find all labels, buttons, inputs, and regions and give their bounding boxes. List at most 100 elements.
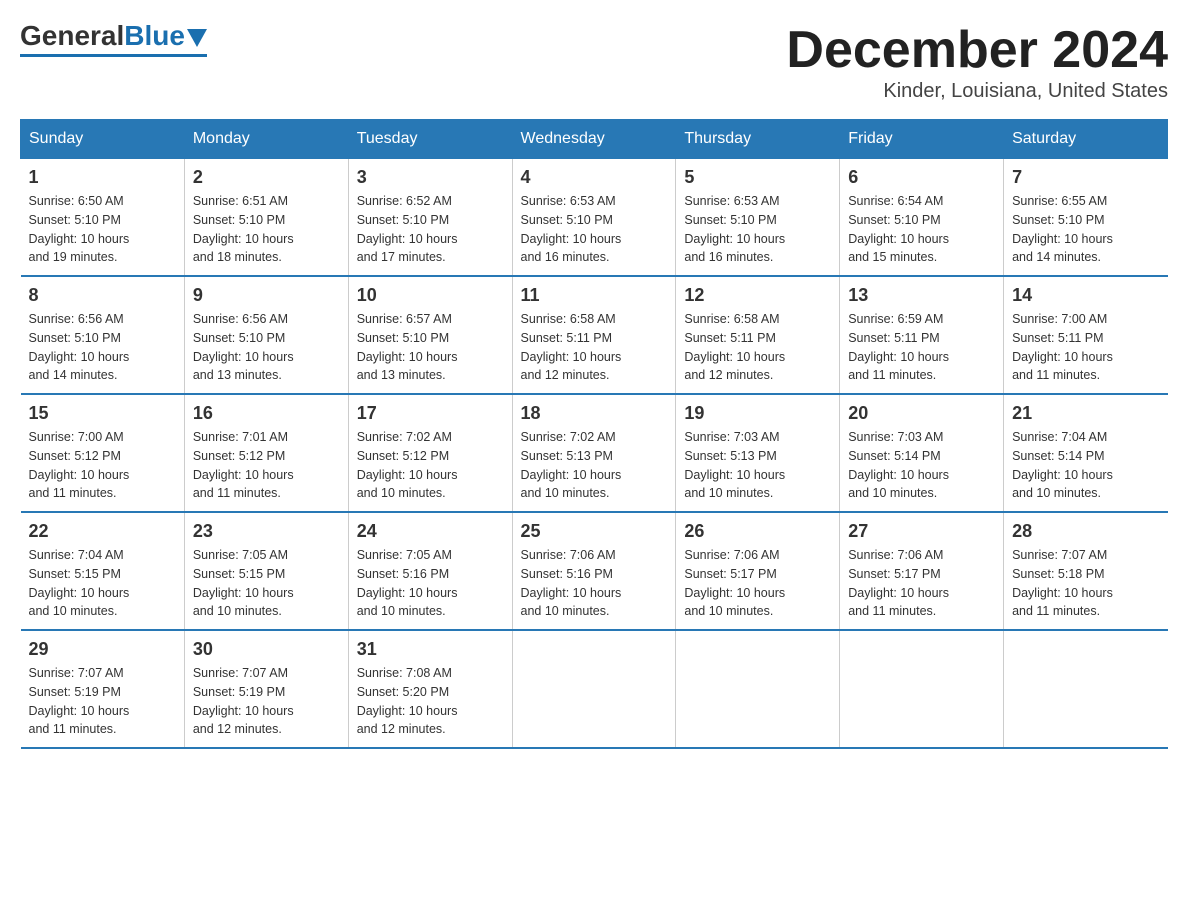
calendar-cell: 16 Sunrise: 7:01 AM Sunset: 5:12 PM Dayl… [184,394,348,512]
calendar-week-1: 1 Sunrise: 6:50 AM Sunset: 5:10 PM Dayli… [21,159,1168,277]
day-info: Sunrise: 6:59 AM Sunset: 5:11 PM Dayligh… [848,310,995,385]
day-number: 2 [193,167,340,188]
day-number: 20 [848,403,995,424]
day-info: Sunrise: 6:52 AM Sunset: 5:10 PM Dayligh… [357,192,504,267]
calendar-cell: 28 Sunrise: 7:07 AM Sunset: 5:18 PM Dayl… [1004,512,1168,630]
day-number: 29 [29,639,176,660]
col-friday: Friday [840,120,1004,159]
day-number: 13 [848,285,995,306]
day-number: 4 [521,167,668,188]
day-info: Sunrise: 7:05 AM Sunset: 5:15 PM Dayligh… [193,546,340,621]
day-number: 27 [848,521,995,542]
day-number: 7 [1012,167,1159,188]
calendar-cell: 2 Sunrise: 6:51 AM Sunset: 5:10 PM Dayli… [184,159,348,277]
day-number: 28 [1012,521,1159,542]
logo-triangle-icon [187,29,207,47]
day-info: Sunrise: 6:51 AM Sunset: 5:10 PM Dayligh… [193,192,340,267]
day-number: 30 [193,639,340,660]
day-info: Sunrise: 6:53 AM Sunset: 5:10 PM Dayligh… [684,192,831,267]
calendar-week-2: 8 Sunrise: 6:56 AM Sunset: 5:10 PM Dayli… [21,276,1168,394]
calendar-cell: 26 Sunrise: 7:06 AM Sunset: 5:17 PM Dayl… [676,512,840,630]
day-info: Sunrise: 6:57 AM Sunset: 5:10 PM Dayligh… [357,310,504,385]
day-number: 6 [848,167,995,188]
calendar-cell: 7 Sunrise: 6:55 AM Sunset: 5:10 PM Dayli… [1004,159,1168,277]
day-number: 12 [684,285,831,306]
calendar-cell: 27 Sunrise: 7:06 AM Sunset: 5:17 PM Dayl… [840,512,1004,630]
logo: GeneralBlue [20,20,207,57]
calendar-cell: 10 Sunrise: 6:57 AM Sunset: 5:10 PM Dayl… [348,276,512,394]
day-number: 21 [1012,403,1159,424]
calendar-week-3: 15 Sunrise: 7:00 AM Sunset: 5:12 PM Dayl… [21,394,1168,512]
calendar-cell: 24 Sunrise: 7:05 AM Sunset: 5:16 PM Dayl… [348,512,512,630]
day-number: 5 [684,167,831,188]
col-thursday: Thursday [676,120,840,159]
calendar-cell: 22 Sunrise: 7:04 AM Sunset: 5:15 PM Dayl… [21,512,185,630]
day-number: 25 [521,521,668,542]
calendar-week-4: 22 Sunrise: 7:04 AM Sunset: 5:15 PM Dayl… [21,512,1168,630]
day-info: Sunrise: 7:05 AM Sunset: 5:16 PM Dayligh… [357,546,504,621]
day-info: Sunrise: 7:07 AM Sunset: 5:19 PM Dayligh… [193,664,340,739]
calendar-cell: 17 Sunrise: 7:02 AM Sunset: 5:12 PM Dayl… [348,394,512,512]
day-info: Sunrise: 7:03 AM Sunset: 5:13 PM Dayligh… [684,428,831,503]
day-number: 1 [29,167,176,188]
day-info: Sunrise: 6:53 AM Sunset: 5:10 PM Dayligh… [521,192,668,267]
day-number: 22 [29,521,176,542]
calendar-cell [512,630,676,748]
day-number: 3 [357,167,504,188]
calendar-table: Sunday Monday Tuesday Wednesday Thursday… [20,119,1168,749]
day-info: Sunrise: 7:04 AM Sunset: 5:15 PM Dayligh… [29,546,176,621]
day-info: Sunrise: 6:54 AM Sunset: 5:10 PM Dayligh… [848,192,995,267]
day-info: Sunrise: 7:00 AM Sunset: 5:12 PM Dayligh… [29,428,176,503]
col-tuesday: Tuesday [348,120,512,159]
col-sunday: Sunday [21,120,185,159]
day-info: Sunrise: 7:07 AM Sunset: 5:19 PM Dayligh… [29,664,176,739]
calendar-cell: 13 Sunrise: 6:59 AM Sunset: 5:11 PM Dayl… [840,276,1004,394]
col-monday: Monday [184,120,348,159]
calendar-cell: 4 Sunrise: 6:53 AM Sunset: 5:10 PM Dayli… [512,159,676,277]
day-info: Sunrise: 7:03 AM Sunset: 5:14 PM Dayligh… [848,428,995,503]
day-number: 26 [684,521,831,542]
day-info: Sunrise: 7:00 AM Sunset: 5:11 PM Dayligh… [1012,310,1159,385]
day-info: Sunrise: 7:01 AM Sunset: 5:12 PM Dayligh… [193,428,340,503]
calendar-cell: 9 Sunrise: 6:56 AM Sunset: 5:10 PM Dayli… [184,276,348,394]
logo-general-text: General [20,20,124,52]
day-info: Sunrise: 7:02 AM Sunset: 5:12 PM Dayligh… [357,428,504,503]
day-number: 14 [1012,285,1159,306]
day-info: Sunrise: 7:02 AM Sunset: 5:13 PM Dayligh… [521,428,668,503]
day-info: Sunrise: 6:58 AM Sunset: 5:11 PM Dayligh… [684,310,831,385]
calendar-cell: 31 Sunrise: 7:08 AM Sunset: 5:20 PM Dayl… [348,630,512,748]
day-info: Sunrise: 6:58 AM Sunset: 5:11 PM Dayligh… [521,310,668,385]
calendar-cell: 11 Sunrise: 6:58 AM Sunset: 5:11 PM Dayl… [512,276,676,394]
day-number: 15 [29,403,176,424]
calendar-cell: 19 Sunrise: 7:03 AM Sunset: 5:13 PM Dayl… [676,394,840,512]
calendar-cell: 30 Sunrise: 7:07 AM Sunset: 5:19 PM Dayl… [184,630,348,748]
calendar-cell: 8 Sunrise: 6:56 AM Sunset: 5:10 PM Dayli… [21,276,185,394]
day-info: Sunrise: 7:07 AM Sunset: 5:18 PM Dayligh… [1012,546,1159,621]
day-number: 23 [193,521,340,542]
day-info: Sunrise: 6:50 AM Sunset: 5:10 PM Dayligh… [29,192,176,267]
logo-line [20,54,207,57]
calendar-cell [676,630,840,748]
day-number: 31 [357,639,504,660]
calendar-cell: 18 Sunrise: 7:02 AM Sunset: 5:13 PM Dayl… [512,394,676,512]
calendar-cell: 21 Sunrise: 7:04 AM Sunset: 5:14 PM Dayl… [1004,394,1168,512]
month-title: December 2024 [786,20,1168,80]
day-info: Sunrise: 7:08 AM Sunset: 5:20 PM Dayligh… [357,664,504,739]
calendar-cell: 1 Sunrise: 6:50 AM Sunset: 5:10 PM Dayli… [21,159,185,277]
day-number: 16 [193,403,340,424]
day-number: 19 [684,403,831,424]
day-info: Sunrise: 6:55 AM Sunset: 5:10 PM Dayligh… [1012,192,1159,267]
calendar-cell: 15 Sunrise: 7:00 AM Sunset: 5:12 PM Dayl… [21,394,185,512]
day-info: Sunrise: 7:04 AM Sunset: 5:14 PM Dayligh… [1012,428,1159,503]
day-number: 10 [357,285,504,306]
calendar-cell: 25 Sunrise: 7:06 AM Sunset: 5:16 PM Dayl… [512,512,676,630]
day-number: 18 [521,403,668,424]
calendar-week-5: 29 Sunrise: 7:07 AM Sunset: 5:19 PM Dayl… [21,630,1168,748]
day-info: Sunrise: 7:06 AM Sunset: 5:17 PM Dayligh… [684,546,831,621]
calendar-cell [1004,630,1168,748]
location-subtitle: Kinder, Louisiana, United States [786,80,1168,103]
logo-blue-text: Blue [124,20,185,52]
day-number: 17 [357,403,504,424]
calendar-cell: 12 Sunrise: 6:58 AM Sunset: 5:11 PM Dayl… [676,276,840,394]
calendar-cell: 14 Sunrise: 7:00 AM Sunset: 5:11 PM Dayl… [1004,276,1168,394]
